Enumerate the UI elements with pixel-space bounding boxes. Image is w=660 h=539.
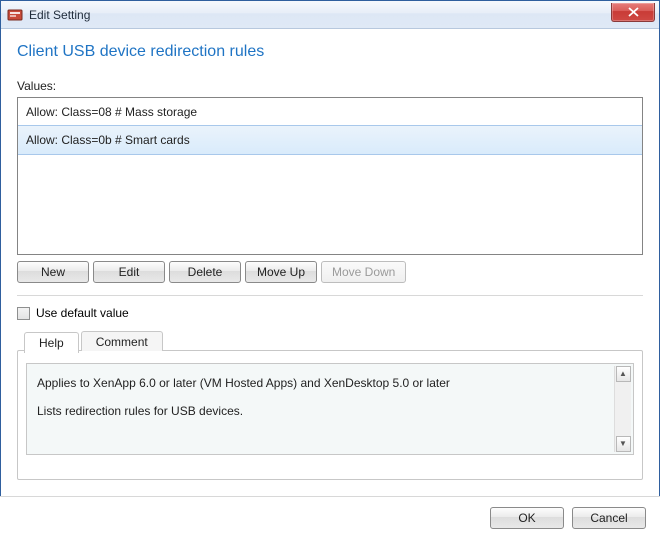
help-panel: Applies to XenApp 6.0 or later (VM Hoste… bbox=[26, 363, 634, 455]
tab-container: Help Comment Applies to XenApp 6.0 or la… bbox=[17, 350, 643, 480]
values-listbox[interactable]: Allow: Class=08 # Mass storage Allow: Cl… bbox=[17, 97, 643, 255]
delete-button[interactable]: Delete bbox=[169, 261, 241, 283]
tab-help[interactable]: Help bbox=[24, 332, 79, 353]
list-item[interactable]: Allow: Class=08 # Mass storage bbox=[18, 98, 642, 126]
list-button-row: New Edit Delete Move Up Move Down bbox=[17, 261, 643, 283]
list-item[interactable]: Allow: Class=0b # Smart cards bbox=[17, 125, 643, 155]
close-button[interactable] bbox=[611, 3, 655, 22]
move-down-button: Move Down bbox=[321, 261, 406, 283]
scroll-up-icon[interactable]: ▲ bbox=[616, 366, 631, 382]
tab-strip: Help Comment bbox=[24, 331, 165, 352]
scroll-down-icon[interactable]: ▼ bbox=[616, 436, 631, 452]
edit-button[interactable]: Edit bbox=[93, 261, 165, 283]
ok-button[interactable]: OK bbox=[490, 507, 564, 529]
page-title: Client USB device redirection rules bbox=[17, 43, 643, 61]
separator bbox=[17, 295, 643, 296]
dialog-content: Client USB device redirection rules Valu… bbox=[1, 29, 659, 490]
help-text-line: Lists redirection rules for USB devices. bbox=[37, 402, 607, 420]
app-icon bbox=[7, 7, 23, 23]
new-button[interactable]: New bbox=[17, 261, 89, 283]
use-default-checkbox[interactable] bbox=[17, 307, 30, 320]
scrollbar[interactable]: ▲ ▼ bbox=[614, 366, 631, 452]
move-up-button[interactable]: Move Up bbox=[245, 261, 317, 283]
cancel-button[interactable]: Cancel bbox=[572, 507, 646, 529]
list-item-text: Allow: Class=0b # Smart cards bbox=[26, 133, 190, 147]
tab-comment[interactable]: Comment bbox=[81, 331, 163, 351]
window-title: Edit Setting bbox=[29, 8, 90, 22]
list-item-text: Allow: Class=08 # Mass storage bbox=[26, 105, 197, 119]
values-label: Values: bbox=[17, 79, 643, 93]
use-default-row[interactable]: Use default value bbox=[17, 306, 643, 320]
dialog-footer: OK Cancel bbox=[0, 496, 660, 539]
help-text-line: Applies to XenApp 6.0 or later (VM Hoste… bbox=[37, 374, 607, 392]
title-bar: Edit Setting bbox=[1, 1, 659, 29]
use-default-label: Use default value bbox=[36, 306, 129, 320]
